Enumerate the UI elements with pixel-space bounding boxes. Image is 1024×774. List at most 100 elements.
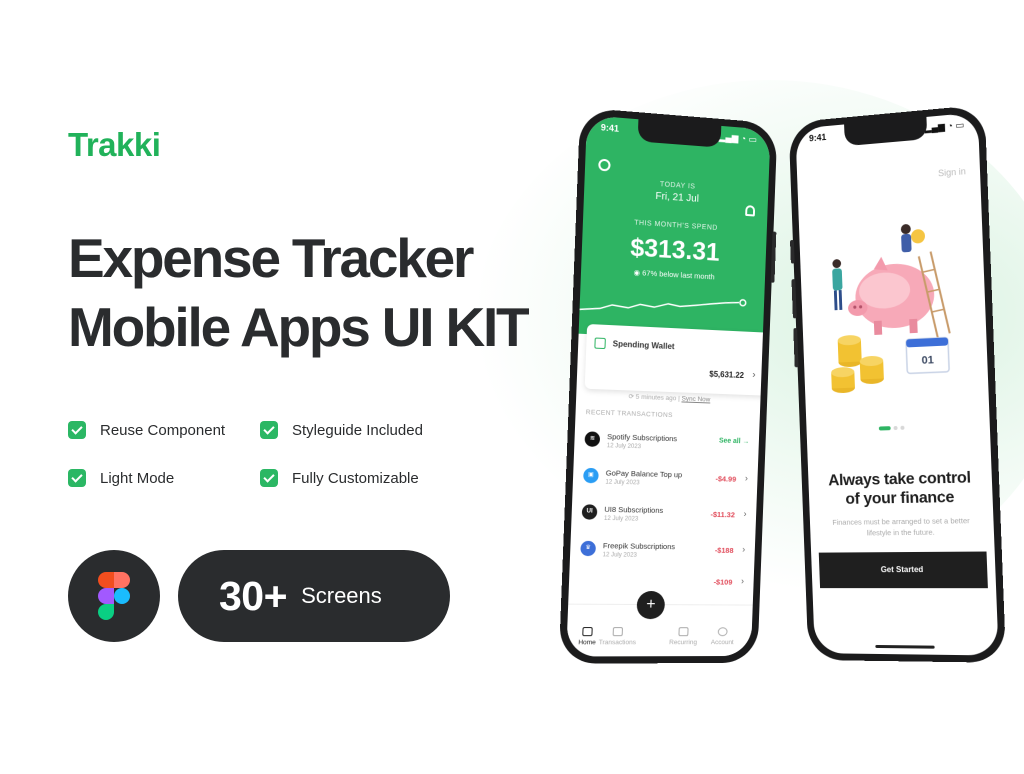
transaction-date: 12 July 2023 xyxy=(605,479,639,486)
get-started-button[interactable]: Get Started xyxy=(819,552,988,589)
ui8-icon: UI xyxy=(582,504,598,519)
feature-item: Fully Customizable xyxy=(260,468,460,488)
transaction-amount: -$11.32 xyxy=(710,510,735,519)
receipt-icon xyxy=(613,627,623,636)
onboarding-subtitle: Finances must be arranged to set a bette… xyxy=(817,515,986,539)
headline: Expense Tracker Mobile Apps UI KIT xyxy=(68,224,527,362)
screens-count: 30+ xyxy=(219,573,287,620)
recent-transactions-label: RECENT TRANSACTIONS xyxy=(586,409,673,419)
onboarding-title-line-2: of your finance xyxy=(820,487,980,509)
onboarding-subtitle-line-1: Finances must be arranged to set a bette… xyxy=(817,515,985,528)
phone-volume-up-button xyxy=(791,279,796,318)
onboarding-subtitle-line-2: lifestyle in the future. xyxy=(818,526,986,539)
user-icon xyxy=(718,627,728,636)
tab-label: Recurring xyxy=(669,639,697,646)
transaction-amount: -$109 xyxy=(713,578,732,587)
home-icon xyxy=(582,627,593,636)
feature-label: Fully Customizable xyxy=(292,470,419,487)
trend-icon: ◉ xyxy=(633,268,642,278)
add-transaction-button[interactable]: + xyxy=(636,591,665,619)
screens-label: Screens xyxy=(301,583,382,609)
feature-label: Styleguide Included xyxy=(292,422,423,439)
sign-in-link[interactable]: Sign in xyxy=(938,166,966,178)
chevron-right-icon: › xyxy=(745,473,748,483)
transaction-name: GoPay Balance Top up xyxy=(606,468,683,479)
chevron-right-icon: › xyxy=(742,544,745,554)
spend-sparkline xyxy=(579,287,764,326)
headline-line-1: Expense Tracker xyxy=(68,224,527,293)
phone-home-mockup: 9:41 ▂▄▆ ◔ ▭ TODAY IS Fri, 21 Jul THIS M… xyxy=(559,107,778,663)
figma-badge xyxy=(68,550,160,642)
screens-count-pill: 30+ Screens xyxy=(178,550,450,642)
freepik-icon: ♛ xyxy=(580,541,596,556)
transaction-name: Spotify Subscriptions xyxy=(607,432,677,443)
recurring-icon xyxy=(678,627,688,636)
transaction-name: UI8 Subscriptions xyxy=(604,505,663,515)
transaction-amount: -$188 xyxy=(715,546,734,555)
sync-now-link[interactable]: Sync Now xyxy=(681,395,710,403)
tab-label: Account xyxy=(711,639,734,646)
spend-amount: $313.31 xyxy=(581,230,766,270)
transaction-name: Freepik Subscriptions xyxy=(603,541,675,551)
check-icon xyxy=(68,469,86,487)
wallet-title: Spending Wallet xyxy=(613,339,675,351)
calendar-day: 01 xyxy=(921,354,934,367)
tab-recurring[interactable]: Recurring xyxy=(663,627,703,646)
transaction-date: 12 July 2023 xyxy=(604,516,638,523)
feature-item: Styleguide Included xyxy=(260,420,460,440)
figma-icon xyxy=(98,572,130,620)
wallet-icon xyxy=(594,337,606,349)
feature-item: Reuse Component xyxy=(68,420,260,440)
pagination-dot[interactable] xyxy=(894,426,898,430)
transaction-amount: -$4.99 xyxy=(715,474,736,483)
pagination-dot[interactable] xyxy=(900,426,904,430)
onboarding-title: Always take control of your finance xyxy=(820,468,981,509)
headline-line-2: Mobile Apps UI KIT xyxy=(68,293,527,362)
gopay-icon: ▣ xyxy=(583,468,599,484)
tab-label: Transactions xyxy=(599,639,636,646)
brand-logo: Trakki xyxy=(68,126,160,164)
onboarding-pagination xyxy=(879,426,905,431)
feature-list: Reuse Component Styleguide Included Ligh… xyxy=(68,420,488,488)
transaction-date: 12 July 2023 xyxy=(602,552,636,558)
transaction-row[interactable]: ♛ Freepik Subscriptions 12 July 2023 -$1… xyxy=(580,535,746,571)
chevron-right-icon: › xyxy=(752,369,756,380)
wallet-amount: $5,631.22 xyxy=(709,370,744,380)
check-icon xyxy=(260,469,278,487)
check-icon xyxy=(68,421,86,439)
sync-time: 5 minutes ago xyxy=(636,394,677,403)
phone-onboarding-mockup: 9:41 ▂▄▆ ◔ ▭ Sign in 01 Always take cont… xyxy=(789,104,1007,662)
tab-label: Home xyxy=(578,639,596,646)
feature-label: Light Mode xyxy=(100,470,174,487)
status-time: 9:41 xyxy=(600,122,619,138)
spotify-icon: ≋ xyxy=(584,431,600,447)
transaction-row[interactable]: UI UI8 Subscriptions 12 July 2023 -$11.3… xyxy=(581,498,747,535)
piggy-bank-illustration: 01 xyxy=(816,205,971,413)
bottom-tab-bar: Home Transactions + Recurring Account xyxy=(566,604,753,657)
home-screen: 9:41 ▂▄▆ ◔ ▭ TODAY IS Fri, 21 Jul THIS M… xyxy=(566,115,770,656)
phone-volume-down-button xyxy=(793,328,798,367)
check-icon xyxy=(260,421,278,439)
status-icons: ▂▄▆ ◔ ▭ xyxy=(718,132,756,149)
onboarding-title-line-1: Always take control xyxy=(820,468,980,490)
status-icons: ▂▄▆ ◔ ▭ xyxy=(924,120,964,138)
status-time: 9:41 xyxy=(809,132,827,147)
home-header: 9:41 ▂▄▆ ◔ ▭ TODAY IS Fri, 21 Jul THIS M… xyxy=(579,115,771,342)
transaction-row[interactable]: ≋ Spotify Subscriptions 12 July 2023 xyxy=(584,425,750,464)
gear-icon[interactable] xyxy=(598,159,611,172)
chevron-right-icon: › xyxy=(741,576,744,586)
feature-label: Reuse Component xyxy=(100,422,225,439)
phone-notch xyxy=(844,117,927,146)
tab-account[interactable]: Account xyxy=(703,627,743,646)
transaction-date: 12 July 2023 xyxy=(607,443,641,450)
wallet-card[interactable]: Spending Wallet $5,631.22 › xyxy=(585,324,771,396)
onboarding-screen: 9:41 ▂▄▆ ◔ ▭ Sign in 01 Always take cont… xyxy=(795,112,998,655)
phone-mute-button xyxy=(790,240,795,264)
transaction-row[interactable]: ▣ GoPay Balance Top up 12 July 2023 -$4.… xyxy=(583,462,749,500)
spend-note-text: 67% below last month xyxy=(642,268,715,281)
chevron-right-icon: › xyxy=(743,509,746,519)
feature-item: Light Mode xyxy=(68,468,260,488)
tab-transactions[interactable]: Transactions xyxy=(597,627,638,646)
home-indicator xyxy=(875,645,934,649)
pagination-dot[interactable] xyxy=(879,426,891,430)
